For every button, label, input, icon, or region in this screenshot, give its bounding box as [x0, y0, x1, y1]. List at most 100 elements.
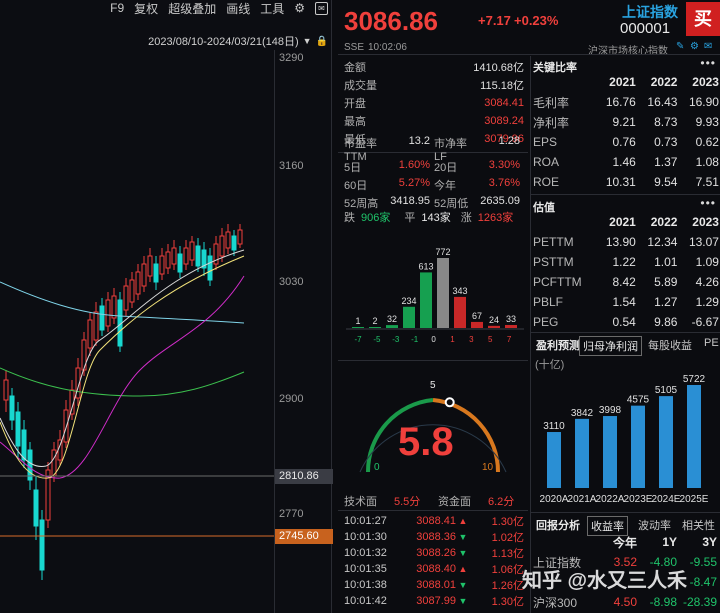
table-row: ROE 10.31 9.54 7.51 — [533, 172, 719, 192]
toolbar-f9[interactable]: F9 — [110, 1, 124, 15]
stat-row: 金额 1410.68亿 — [344, 58, 524, 76]
lock-icon[interactable]: 🔒 — [316, 36, 328, 47]
year-header: 2023 — [692, 215, 719, 229]
distribution-tick: 5 — [488, 335, 493, 344]
distribution-bar — [471, 321, 483, 328]
table-row: PBLF 1.54 1.27 1.29 — [533, 292, 719, 312]
forecast-value-label: 4575 — [627, 395, 650, 406]
divider — [531, 332, 720, 333]
toolbar-overlay[interactable]: 超级叠加 — [168, 0, 216, 17]
stat-row: 最高 3089.24 — [344, 112, 524, 130]
returns-value: -8.98 — [649, 595, 677, 609]
candle — [93, 311, 99, 341]
candle — [183, 247, 189, 265]
quote-time: 10:02:06 — [368, 42, 407, 53]
distribution-label: 33 — [506, 314, 516, 324]
forecast-value-label: 3110 — [543, 421, 565, 432]
forecast-bar — [631, 405, 645, 488]
trade-volume: 1.30亿 — [491, 596, 524, 608]
metric-value: 1.22 — [612, 255, 636, 269]
period-header: 1Y — [662, 535, 677, 549]
metric-value: 1.27 — [654, 295, 678, 309]
table-row: PETTM 13.90 12.34 13.07 — [533, 232, 719, 252]
metric-value: 1.54 — [612, 295, 636, 309]
metric-value: 7.51 — [695, 175, 719, 189]
trade-time: 10:01:27 — [344, 515, 387, 527]
forecast-tab[interactable]: 盈利预测 — [533, 336, 583, 354]
breadth-flat-label: 平 — [404, 212, 416, 224]
forecast-value-label: 3842 — [571, 408, 594, 419]
stat-pair-row: 市盈率TTM 13.2 市净率LF 1.28 — [344, 135, 524, 163]
trade-volume: 1.26亿 — [491, 580, 524, 592]
arrow-down-icon: ▼ — [458, 580, 468, 590]
crosshair-price-tag: 2810.86 — [275, 469, 333, 484]
stat-pair-row: 5日 1.60% 20日 3.30% — [344, 158, 524, 176]
candle — [165, 251, 171, 269]
forecast-tab[interactable]: 归母净利润 — [579, 336, 642, 356]
distribution-label: 32 — [387, 314, 397, 324]
gauge-value: 5.8 — [398, 420, 454, 464]
metric-value: 4.26 — [695, 275, 719, 289]
toolbar-draw[interactable]: 画线 — [226, 0, 250, 17]
forecast-category-label: 2025E — [680, 494, 709, 505]
distribution-bar — [403, 306, 415, 328]
settings-icon[interactable]: ⚙ — [690, 41, 699, 52]
metric-value: 0.62 — [695, 135, 719, 149]
edit-icon[interactable]: ✎ — [676, 41, 684, 52]
candle — [195, 245, 201, 267]
candle — [87, 319, 93, 349]
metric-value: 9.93 — [695, 115, 719, 129]
stat-value: 115.18亿 — [480, 80, 524, 92]
returns-name: 沪深300 — [533, 595, 578, 610]
metric-value: 1.09 — [695, 255, 719, 269]
metric-name: PEG — [533, 315, 559, 329]
gear-icon[interactable]: ⚙ — [294, 1, 305, 15]
table-row: EPS 0.76 0.73 0.62 — [533, 132, 719, 152]
dropdown-icon[interactable]: ▼ — [303, 36, 312, 46]
more-icon[interactable]: ••• — [700, 56, 716, 70]
trade-row: 10:01:30 3088.36 ▼ 1.02亿 — [344, 529, 524, 545]
distribution-label: 2 — [372, 316, 377, 326]
distribution-label: 343 — [452, 286, 467, 296]
tech-score-label: 技术面 — [344, 496, 377, 508]
forecast-bar-chart: 3110 2020A 3842 2021A 3998 2022A 4575 2023E 5105… — [540, 374, 709, 505]
distribution-label: 67 — [472, 311, 482, 321]
forecast-bar — [687, 385, 701, 488]
distribution-bar — [437, 258, 449, 328]
metric-value: 16.76 — [605, 95, 636, 109]
forecast-tab[interactable]: PE — [701, 336, 720, 350]
arrow-down-icon: ▼ — [458, 548, 468, 558]
fundamentals-panel: 关键比率 ••• 2021 2022 2023 毛利率 16.76 16.43 16.90 净… — [530, 56, 720, 613]
forecast-value-label: 5105 — [655, 385, 678, 396]
forecast-bar — [603, 416, 617, 488]
metric-value: 9.54 — [654, 175, 678, 189]
stat-value: 3089.24 — [484, 115, 524, 127]
kline-chart-panel[interactable]: F9 复权 超级叠加 画线 工具 ⚙ ✉ 2023/08/10-2024/03/… — [0, 0, 333, 613]
candle — [33, 489, 39, 527]
stat-label: 金额 — [344, 62, 366, 74]
metric-value: 5.89 — [654, 275, 678, 289]
candle — [171, 247, 177, 265]
wechat-icon[interactable]: ✉ — [315, 1, 328, 15]
score-row: 技术面 5.5分 资金面 6.2分 — [344, 492, 524, 510]
distribution-bar — [488, 325, 500, 328]
arrow-up-icon: ▲ — [458, 516, 468, 526]
more-icon[interactable]: ••• — [700, 196, 716, 210]
index-code: 000001 — [620, 20, 671, 37]
forecast-category-label: 2023E — [624, 494, 653, 505]
year-header: 2021 — [609, 75, 636, 89]
axis-label: 3160 — [279, 160, 304, 172]
last-price: 3086.86 — [344, 6, 438, 36]
kline-plot[interactable] — [0, 50, 274, 613]
toolbar-tools[interactable]: 工具 — [260, 0, 284, 17]
divider — [338, 510, 528, 511]
trade-price: 3088.40 — [416, 563, 456, 575]
buy-button[interactable]: 买 — [686, 2, 720, 36]
candle — [225, 231, 231, 249]
distribution-tick: -7 — [354, 335, 362, 344]
candle — [51, 449, 57, 477]
bell-icon[interactable]: ✉ — [704, 41, 712, 52]
metric-value: 1.29 — [695, 295, 719, 309]
toolbar-adjust[interactable]: 复权 — [134, 0, 158, 17]
forecast-tab[interactable]: 每股收益 — [645, 336, 695, 354]
